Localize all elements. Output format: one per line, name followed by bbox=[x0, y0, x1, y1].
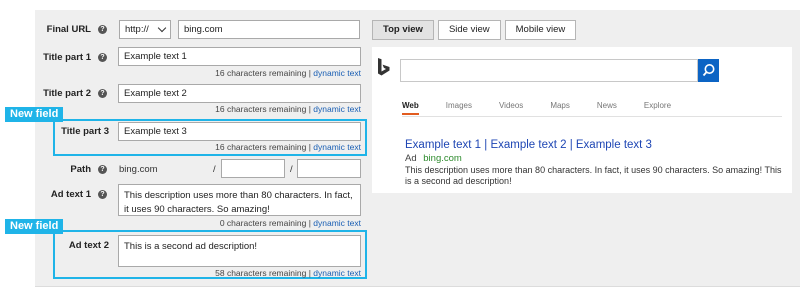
ad-badge: Ad bbox=[405, 153, 417, 164]
nav-explore[interactable]: Explore bbox=[644, 101, 671, 115]
nav-web[interactable]: Web bbox=[402, 101, 419, 115]
path-2-input[interactable] bbox=[297, 159, 361, 178]
path-label: Path bbox=[70, 164, 91, 175]
title-part-3-label: Title part 3 bbox=[61, 126, 109, 137]
ad-text-1-hint: 0 characters remaining | dynamic text bbox=[220, 218, 361, 228]
hint-separator: | bbox=[308, 68, 311, 78]
ad-text-2-label: Ad text 2 bbox=[68, 240, 109, 251]
title-part-3-hint: 16 characters remaining | dynamic text bbox=[215, 142, 361, 152]
tab-mobile-view[interactable]: Mobile view bbox=[504, 20, 577, 40]
title-part-2-hint: 16 characters remaining | dynamic text bbox=[215, 104, 361, 114]
magnifier-icon bbox=[702, 64, 715, 77]
title-part-3-input[interactable]: Example text 3 bbox=[118, 122, 361, 141]
ad-text-1-label: Ad text 1 bbox=[50, 189, 91, 200]
final-url-help-icon[interactable]: ? bbox=[98, 25, 107, 34]
nav-images[interactable]: Images bbox=[446, 101, 472, 115]
ad-preview: Web Images Videos Maps News Explore Exam… bbox=[372, 47, 792, 193]
ad-text-2-remaining: 58 characters remaining bbox=[215, 268, 307, 278]
nav-divider bbox=[402, 116, 782, 117]
ad-text-1-help-icon[interactable]: ? bbox=[98, 190, 107, 199]
ad-text-1-textarea[interactable]: This description uses more than 80 chara… bbox=[118, 184, 361, 216]
protocol-select[interactable]: http:// bbox=[119, 20, 171, 39]
search-input[interactable] bbox=[400, 59, 698, 82]
title-part-1-label: Title part 1 bbox=[43, 52, 91, 63]
final-url-label: Final URL bbox=[46, 24, 91, 35]
ad-text-2-textarea[interactable]: This is a second ad description! bbox=[118, 235, 361, 267]
search-button[interactable] bbox=[698, 59, 719, 82]
tab-side-view[interactable]: Side view bbox=[437, 20, 501, 40]
title-part-2-input[interactable]: Example text 2 bbox=[118, 84, 361, 103]
title-part-1-hint: 16 characters remaining | dynamic text bbox=[215, 68, 361, 78]
search-nav: Web Images Videos Maps News Explore bbox=[402, 101, 698, 115]
nav-videos[interactable]: Videos bbox=[499, 101, 523, 115]
nav-maps[interactable]: Maps bbox=[550, 101, 570, 115]
title-part-1-remaining: 16 characters remaining bbox=[215, 68, 307, 78]
ad-text-2-hint: 58 characters remaining | dynamic text bbox=[215, 268, 361, 278]
ad-text-2-dynamic-text-link[interactable]: dynamic text bbox=[313, 268, 361, 278]
ad-preview-url: Ad bing.com bbox=[405, 153, 462, 164]
chevron-down-icon bbox=[157, 23, 167, 33]
nav-news[interactable]: News bbox=[597, 101, 617, 115]
title-part-2-dynamic-text-link[interactable]: dynamic text bbox=[313, 104, 361, 114]
ad-text-1-dynamic-text-link[interactable]: dynamic text bbox=[313, 218, 361, 228]
path-slash-1: / bbox=[213, 164, 216, 175]
final-url-input[interactable]: bing.com bbox=[178, 20, 360, 39]
hint-separator: | bbox=[308, 218, 311, 228]
path-help-icon[interactable]: ? bbox=[98, 165, 107, 174]
hint-separator: | bbox=[308, 104, 311, 114]
tab-top-view[interactable]: Top view bbox=[372, 20, 434, 40]
path-1-input[interactable] bbox=[221, 159, 285, 178]
title-part-2-remaining: 16 characters remaining bbox=[215, 104, 307, 114]
title-part-2-label: Title part 2 bbox=[43, 88, 91, 99]
preview-tabs: Top view Side view Mobile view bbox=[372, 20, 580, 40]
title-part-1-input[interactable]: Example text 1 bbox=[118, 47, 361, 66]
hint-separator: | bbox=[308, 268, 311, 278]
path-domain: bing.com bbox=[119, 164, 158, 175]
title-part-1-dynamic-text-link[interactable]: dynamic text bbox=[313, 68, 361, 78]
path-slash-2: / bbox=[290, 164, 293, 175]
bing-logo-icon bbox=[378, 58, 390, 76]
title-part-3-dynamic-text-link[interactable]: dynamic text bbox=[313, 142, 361, 152]
protocol-value: http:// bbox=[125, 24, 149, 35]
title-part-1-help-icon[interactable]: ? bbox=[98, 53, 107, 62]
ad-text-1-remaining: 0 characters remaining bbox=[219, 218, 307, 228]
title-part-2-help-icon[interactable]: ? bbox=[98, 89, 107, 98]
hint-separator: | bbox=[308, 142, 311, 152]
title-part-3-remaining: 16 characters remaining bbox=[215, 142, 307, 152]
ad-preview-title[interactable]: Example text 1 | Example text 2 | Exampl… bbox=[405, 139, 652, 151]
ad-preview-description: This description uses more than 80 chara… bbox=[405, 165, 782, 186]
ad-preview-domain: bing.com bbox=[423, 153, 462, 164]
